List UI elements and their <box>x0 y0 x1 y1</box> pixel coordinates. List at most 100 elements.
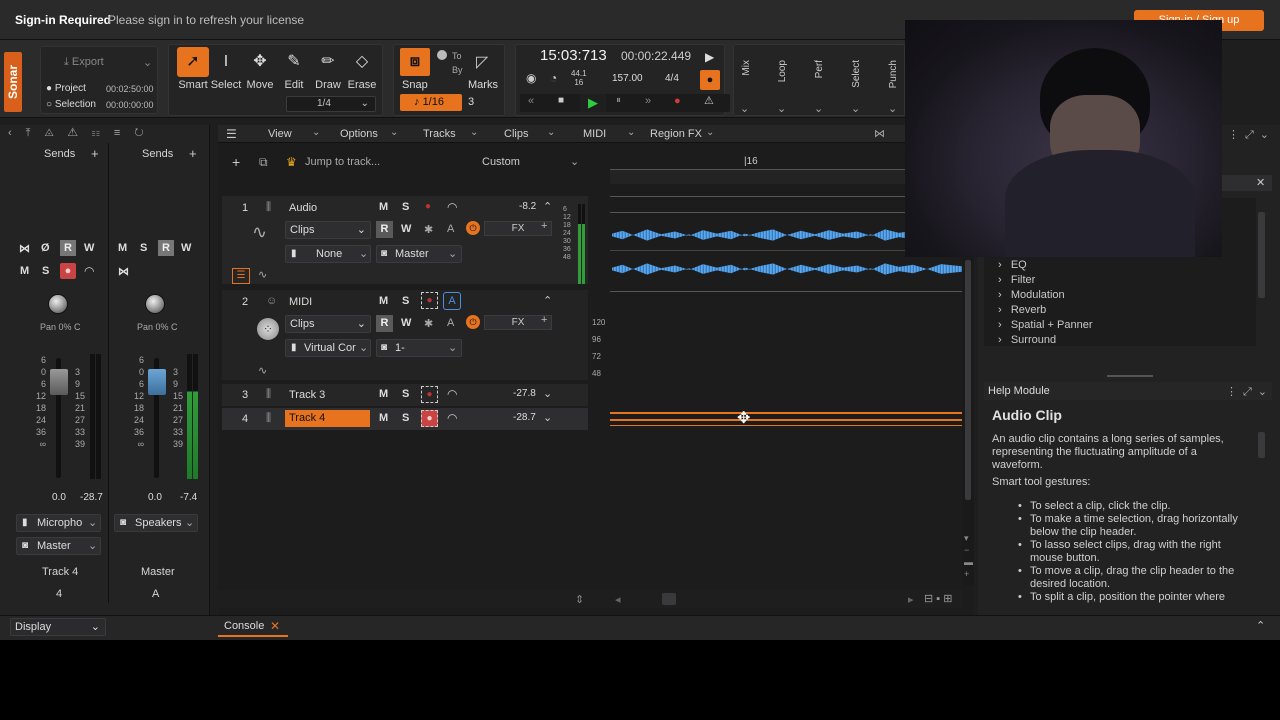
export-chevron-icon[interactable]: ⌄ <box>143 56 152 69</box>
jump-to-track[interactable]: Jump to track... <box>305 156 380 168</box>
tempo[interactable]: 157.00 <box>612 73 643 84</box>
record-icon[interactable]: ● <box>674 95 681 107</box>
write-automation-button[interactable]: W <box>84 242 94 254</box>
tree-item-modulation[interactable]: › Modulation <box>998 289 1065 301</box>
add-fx-button[interactable]: + <box>541 220 547 232</box>
fast-forward-icon[interactable]: » <box>645 95 651 107</box>
meter[interactable]: 4/4 <box>665 73 679 84</box>
horizontal-scroll-thumb[interactable] <box>662 593 676 605</box>
tree-item-reverb[interactable]: › Reverb <box>998 304 1046 316</box>
solo-button[interactable]: S <box>42 265 49 277</box>
clips-dropdown[interactable]: Clips ⌄ <box>285 315 371 333</box>
solo-button[interactable]: S <box>140 242 147 254</box>
write-automation-button[interactable]: W <box>401 223 411 235</box>
selection-radio[interactable]: ○ Selection <box>46 99 96 110</box>
strip-name[interactable]: Master <box>141 566 175 578</box>
read-automation-button[interactable]: R <box>60 240 76 256</box>
tree-item-spatial[interactable]: › Spatial + Panner <box>998 319 1092 331</box>
menu-tracks[interactable]: Tracks <box>423 128 456 140</box>
module-perf[interactable]: Perf <box>814 60 825 78</box>
mute-button[interactable]: M <box>20 265 29 277</box>
automation-lane-icon[interactable]: ∿ <box>258 364 267 377</box>
drag-handle-icon[interactable]: ⫼ <box>266 201 271 214</box>
move-tool-button[interactable]: ✥ <box>244 47 276 77</box>
stop-icon[interactable]: ■ <box>558 95 564 106</box>
scroll-left-icon[interactable]: ◂ <box>615 593 621 606</box>
clock-icon[interactable]: ◔ <box>550 71 557 85</box>
add-fx-button[interactable]: + <box>541 314 547 326</box>
help-scroll-thumb[interactable] <box>1258 432 1265 458</box>
track-name[interactable]: Track 3 <box>289 389 325 401</box>
arm-button[interactable]: ● <box>421 292 438 309</box>
add-track-button[interactable]: + <box>232 154 240 170</box>
rewind-icon[interactable]: « <box>528 95 534 107</box>
hamburger-icon[interactable]: ☰ <box>226 127 237 141</box>
play-icon-small[interactable]: ▶ <box>705 50 714 64</box>
drag-handle-icon[interactable]: ⫼ <box>266 412 271 425</box>
tree-item-eq[interactable]: › EQ <box>998 259 1027 271</box>
mute-button[interactable]: M <box>379 388 388 400</box>
automation-icon[interactable]: A <box>447 317 454 329</box>
horizontal-zoom-controls[interactable]: ⊟ ▪ ⊞ <box>924 592 952 605</box>
read-automation-button[interactable]: R <box>376 221 393 238</box>
play-button[interactable]: ▶ <box>580 94 606 112</box>
automation-icon[interactable]: A <box>447 223 454 235</box>
vertical-zoom-controls[interactable]: ▾ − ▬ + <box>964 532 973 580</box>
chevron-down-icon[interactable]: ⌄ <box>814 102 823 115</box>
solo-button[interactable]: S <box>402 295 409 307</box>
read-automation-button[interactable]: R <box>376 315 393 332</box>
input-echo-icon[interactable]: ◠ <box>447 387 457 401</box>
project-radio[interactable]: ● Project <box>46 83 86 94</box>
asterisk-icon[interactable]: ✱ <box>424 317 433 330</box>
smart-tool-button[interactable]: ➚ <box>177 47 209 77</box>
asterisk-icon[interactable]: ✱ <box>424 223 433 236</box>
record-mode-button[interactable]: ● <box>700 70 720 90</box>
mute-button[interactable]: M <box>118 242 127 254</box>
menu-clips[interactable]: Clips <box>504 128 528 140</box>
panel-options-icons[interactable]: ⋮⤢⌄ <box>1228 128 1275 142</box>
inspector-toolbar-icons[interactable]: ‹⤒◬⚠☷≡↻ <box>8 127 158 140</box>
phase-icon[interactable]: ⋈ <box>19 242 30 255</box>
pause-icon[interactable]: ⏸ <box>616 95 621 106</box>
expand-icon[interactable]: ⌄ <box>543 411 552 424</box>
close-icon[interactable]: ✕ <box>270 619 280 633</box>
solo-button[interactable]: S <box>402 201 409 213</box>
track-name[interactable]: MIDI <box>289 296 312 308</box>
now-clock[interactable]: 00:00:22.449 <box>621 49 691 63</box>
strip-name[interactable]: Track 4 <box>42 566 78 578</box>
master-fader[interactable] <box>148 369 166 395</box>
solo-button[interactable]: S <box>402 412 409 424</box>
export-button[interactable]: ⤓ Export <box>64 56 104 69</box>
module-mix[interactable]: Mix <box>741 60 752 76</box>
module-loop[interactable]: Loop <box>777 60 788 82</box>
display-dropdown[interactable]: Display ⌄ <box>10 618 106 636</box>
expand-icon[interactable]: ⌄ <box>543 387 552 400</box>
draw-tool-button[interactable]: ✏ <box>312 47 344 77</box>
arm-button[interactable]: ● <box>60 263 76 279</box>
clips-dropdown[interactable]: Clips ⌄ <box>285 221 371 239</box>
arm-button-active[interactable]: ● <box>421 410 438 427</box>
erase-tool-button[interactable]: ◇ <box>346 47 378 77</box>
fx-power-icon[interactable]: ⏻ <box>466 315 480 329</box>
volume-fader[interactable] <box>50 369 68 395</box>
add-send-button[interactable]: + <box>91 146 99 161</box>
input-echo-icon[interactable]: ◠ <box>447 200 457 214</box>
track-name-selected[interactable]: Track 4 <box>285 410 370 427</box>
menu-region-fx[interactable]: Region FX <box>650 128 702 140</box>
alert-icon[interactable]: ⚠ <box>704 94 714 107</box>
menu-options[interactable]: Options <box>340 128 378 140</box>
write-automation-button[interactable]: W <box>401 317 411 329</box>
snap-resolution[interactable]: ♪ 1/16 <box>400 94 462 111</box>
panel-splitter[interactable] <box>1107 375 1153 377</box>
write-automation-button[interactable]: W <box>181 242 191 254</box>
mute-button[interactable]: M <box>379 201 388 213</box>
split-icon[interactable]: ⇕ <box>575 593 584 606</box>
add-send-button[interactable]: + <box>189 146 197 161</box>
chevron-down-icon[interactable]: ⌄ <box>851 102 860 115</box>
chevron-down-icon[interactable]: ⌄ <box>740 102 749 115</box>
chevron-down-icon[interactable]: ⌄ <box>777 102 786 115</box>
menu-midi[interactable]: MIDI <box>583 128 606 140</box>
now-time[interactable]: 15:03:713 <box>540 47 607 64</box>
fit-icon[interactable]: ⋈ <box>874 127 885 140</box>
marks-icon[interactable]: ◸ <box>476 52 488 72</box>
